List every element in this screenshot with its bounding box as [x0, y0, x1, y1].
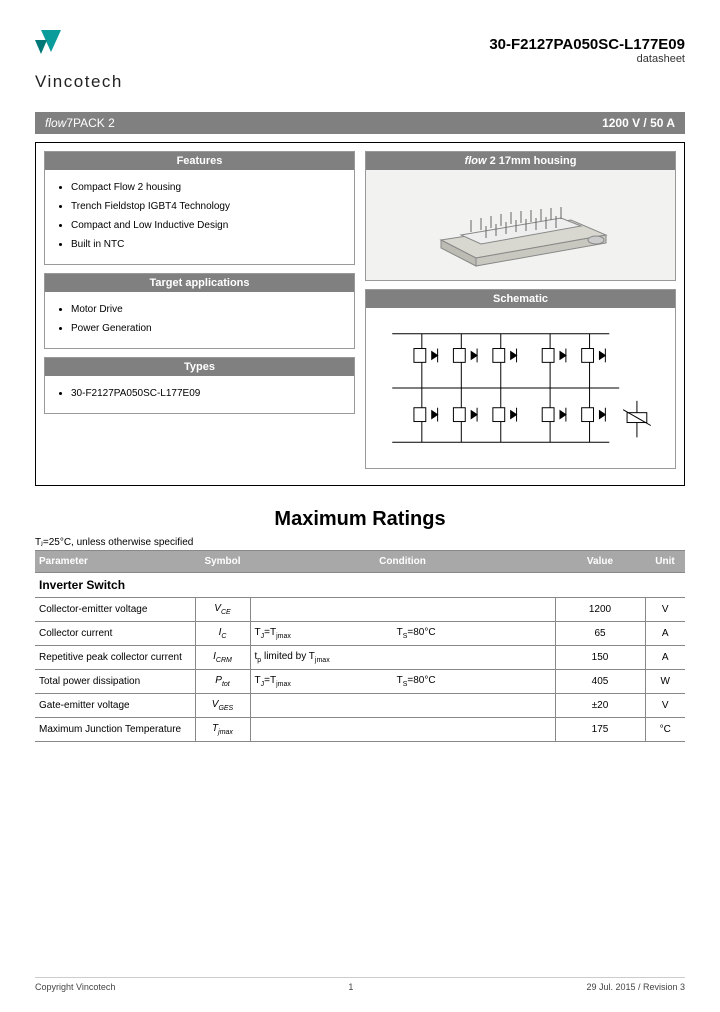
housing-title-italic: flow [465, 155, 487, 167]
cell-unit: V [645, 694, 685, 718]
family-name: 7PACK 2 [66, 116, 114, 130]
cell-unit: A [645, 646, 685, 670]
cell-symbol: ICRM [195, 646, 250, 670]
types-panel: Types 30-F2127PA050SC-L177E09 [44, 357, 355, 414]
cell-unit: °C [645, 718, 685, 742]
cell-condition: tp limited by Tjmax [250, 646, 555, 670]
product-family: flow7PACK 2 [45, 116, 115, 130]
cell-unit: V [645, 598, 685, 622]
footer-page: 1 [348, 982, 353, 992]
module-3d-icon [421, 180, 621, 270]
schematic-image [366, 308, 675, 468]
family-italic: flow [45, 116, 66, 130]
table-row: Collector currentICTJ=TjmaxTS=80°C65A [35, 622, 685, 646]
product-rating: 1200 V / 50 A [602, 116, 675, 130]
table-subhead: Inverter Switch [35, 573, 685, 598]
title-block: 30-F2127PA050SC-L177E09 datasheet [489, 30, 685, 65]
list-item: Motor Drive [71, 300, 344, 319]
features-panel: Features Compact Flow 2 housing Trench F… [44, 151, 355, 265]
table-row: Maximum Junction TemperatureTjmax 175°C [35, 718, 685, 742]
product-banner: flow7PACK 2 1200 V / 50 A [35, 112, 685, 134]
list-item: 30-F2127PA050SC-L177E09 [71, 384, 344, 403]
list-item: Compact and Low Inductive Design [71, 216, 344, 235]
cell-condition: TJ=TjmaxTS=80°C [250, 670, 555, 694]
features-header: Features [45, 152, 354, 170]
cell-condition: TJ=TjmaxTS=80°C [250, 622, 555, 646]
table-row: Total power dissipationPtotTJ=TjmaxTS=80… [35, 670, 685, 694]
table-row: Gate-emitter voltageVGES ±20V [35, 694, 685, 718]
schematic-panel: Schematic [365, 289, 676, 469]
cell-condition [250, 598, 555, 622]
col-condition: Condition [250, 551, 555, 573]
footer-copyright: Copyright Vincotech [35, 982, 115, 992]
cell-value: 175 [555, 718, 645, 742]
cell-unit: W [645, 670, 685, 694]
col-unit: Unit [645, 551, 685, 573]
applications-panel: Target applications Motor Drive Power Ge… [44, 273, 355, 349]
housing-panel: flow 2 17mm housing [365, 151, 676, 281]
cell-value: ±20 [555, 694, 645, 718]
logo-block: Vincotech [35, 30, 123, 92]
housing-header: flow 2 17mm housing [366, 152, 675, 170]
table-header-row: Parameter Symbol Condition Value Unit [35, 551, 685, 573]
col-value: Value [555, 551, 645, 573]
subhead-label: Inverter Switch [35, 573, 685, 598]
cell-param: Collector current [35, 622, 195, 646]
list-item: Built in NTC [71, 235, 344, 254]
part-number: 30-F2127PA050SC-L177E09 [489, 36, 685, 53]
schematic-header: Schematic [366, 290, 675, 308]
circuit-schematic-icon [372, 314, 669, 462]
page-header: Vincotech 30-F2127PA050SC-L177E09 datash… [35, 30, 685, 92]
cell-value: 405 [555, 670, 645, 694]
applications-list: Motor Drive Power Generation [59, 300, 344, 338]
list-item: Compact Flow 2 housing [71, 178, 344, 197]
cell-param: Gate-emitter voltage [35, 694, 195, 718]
cell-param: Maximum Junction Temperature [35, 718, 195, 742]
table-row: Collector-emitter voltageVCE 1200V [35, 598, 685, 622]
list-item: Trench Fieldstop IGBT4 Technology [71, 197, 344, 216]
col-symbol: Symbol [195, 551, 250, 573]
ratings-table: Parameter Symbol Condition Value Unit In… [35, 550, 685, 742]
types-list: 30-F2127PA050SC-L177E09 [59, 384, 344, 403]
cell-param: Repetitive peak collector current [35, 646, 195, 670]
types-header: Types [45, 358, 354, 376]
cell-symbol: VCE [195, 598, 250, 622]
vincotech-logo-icon [35, 30, 67, 66]
footer-date-rev: 29 Jul. 2015 / Revision 3 [586, 982, 685, 992]
company-name: Vincotech [35, 72, 123, 92]
page-footer: Copyright Vincotech 1 29 Jul. 2015 / Rev… [35, 977, 685, 992]
ratings-note: Tⱼ=25°C, unless otherwise specified [35, 537, 685, 548]
cell-value: 150 [555, 646, 645, 670]
cell-param: Total power dissipation [35, 670, 195, 694]
overview-box: Features Compact Flow 2 housing Trench F… [35, 142, 685, 486]
cell-condition [250, 718, 555, 742]
cell-condition [250, 694, 555, 718]
housing-title-rest: 2 17mm housing [487, 155, 577, 167]
doc-type: datasheet [489, 53, 685, 65]
cell-param: Collector-emitter voltage [35, 598, 195, 622]
cell-value: 65 [555, 622, 645, 646]
cell-value: 1200 [555, 598, 645, 622]
cell-symbol: VGES [195, 694, 250, 718]
housing-image [366, 170, 675, 280]
cell-symbol: Tjmax [195, 718, 250, 742]
table-row: Repetitive peak collector currentICRMtp … [35, 646, 685, 670]
list-item: Power Generation [71, 319, 344, 338]
ratings-title: Maximum Ratings [35, 508, 685, 531]
cell-symbol: Ptot [195, 670, 250, 694]
col-parameter: Parameter [35, 551, 195, 573]
cell-unit: A [645, 622, 685, 646]
cell-symbol: IC [195, 622, 250, 646]
features-list: Compact Flow 2 housing Trench Fieldstop … [59, 178, 344, 254]
applications-header: Target applications [45, 274, 354, 292]
